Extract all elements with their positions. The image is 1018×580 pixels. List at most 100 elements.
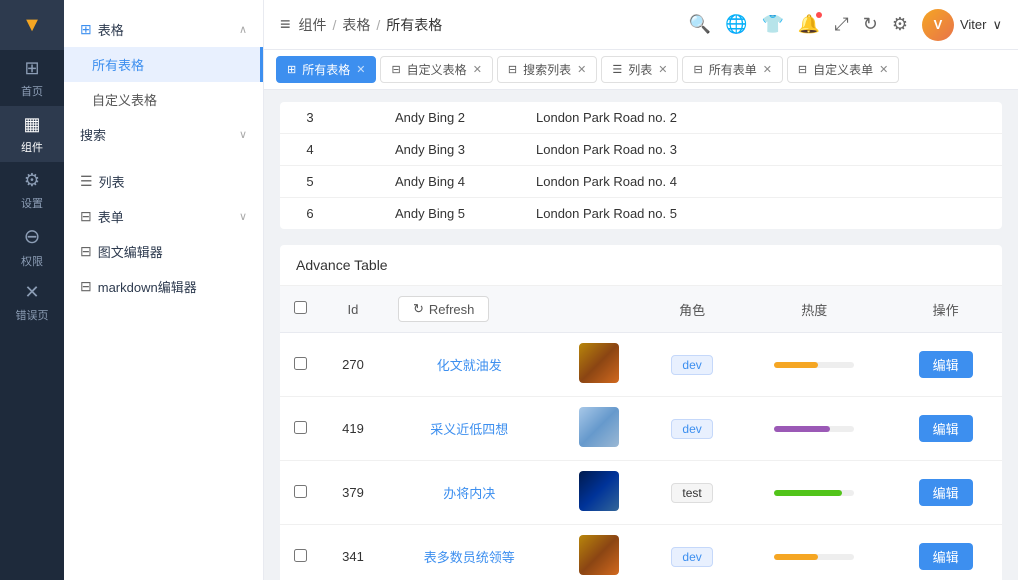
cell-thumb: [553, 397, 645, 461]
sidebar-item-rich-editor[interactable]: ⊟ 图文编辑器: [64, 234, 263, 269]
row-checkbox-cell: [280, 397, 320, 461]
tab-all-forms-icon: ⊟: [693, 63, 702, 76]
nav-item-permissions[interactable]: ⊖ 权限: [0, 218, 64, 274]
simple-table-row: 3 Andy Bing 2 London Park Road no. 2: [280, 102, 1002, 134]
theme-icon[interactable]: 👕: [762, 14, 784, 35]
language-icon[interactable]: 🌐: [725, 14, 747, 35]
edit-button[interactable]: 编辑: [919, 415, 973, 442]
nav-item-components[interactable]: ▦ 组件: [0, 106, 64, 162]
header-actions: 🔍 🌐 👕 🔔 ⤢ ↻ ⚙ V Viter ∨: [689, 9, 1002, 41]
form-icon: ⊟: [80, 208, 92, 225]
tab-custom-forms-label: 自定义表单: [813, 61, 873, 78]
row-checkbox[interactable]: [294, 357, 307, 370]
select-all-checkbox[interactable]: [294, 301, 307, 314]
form-label: 表单: [98, 207, 124, 226]
cell-role: dev: [645, 397, 739, 461]
simple-table: 3 Andy Bing 2 London Park Road no. 2 4 A…: [280, 102, 1002, 229]
refresh-icon: ↻: [413, 301, 424, 317]
edit-button[interactable]: 编辑: [919, 543, 973, 570]
row-checkbox[interactable]: [294, 549, 307, 562]
nav-item-settings[interactable]: ⚙ 设置: [0, 162, 64, 218]
content-area: 3 Andy Bing 2 London Park Road no. 2 4 A…: [264, 90, 1018, 580]
list-label: 列表: [99, 172, 125, 191]
tab-all-tables-label: 所有表格: [302, 61, 350, 78]
row-name-link[interactable]: 化文就油发: [437, 358, 502, 373]
sidebar-item-custom-tables[interactable]: 自定义表格: [64, 82, 263, 117]
edit-button[interactable]: 编辑: [919, 479, 973, 506]
tab-list[interactable]: ☰ 列表 ✕: [601, 56, 678, 83]
menu-toggle-icon[interactable]: ≡: [280, 14, 291, 35]
nav-item-errors[interactable]: ✕ 错误页: [0, 274, 64, 330]
sidebar-item-list[interactable]: ☰ 列表: [64, 164, 263, 199]
cell-address: London Park Road no. 5: [520, 198, 1002, 230]
cell-id: 3: [280, 102, 340, 134]
col-thumb: [553, 286, 645, 333]
simple-table-section: 3 Andy Bing 2 London Park Road no. 2 4 A…: [280, 102, 1002, 229]
tab-search-list[interactable]: ⊟ 搜索列表 ✕: [497, 56, 597, 83]
user-menu[interactable]: V Viter ∨: [922, 9, 1002, 41]
advance-table-row: 341 表多数员统领等 dev 编辑: [280, 525, 1002, 580]
breadcrumb-table[interactable]: 表格: [342, 15, 370, 35]
simple-table-row: 6 Andy Bing 5 London Park Road no. 5: [280, 198, 1002, 230]
advance-table-row: 270 化文就油发 dev 编辑: [280, 333, 1002, 397]
edit-button[interactable]: 编辑: [919, 351, 973, 378]
tab-all-forms[interactable]: ⊟ 所有表单 ✕: [682, 56, 782, 83]
search-icon[interactable]: 🔍: [689, 14, 711, 35]
reload-icon[interactable]: ↻: [863, 14, 878, 35]
col-role: 角色: [645, 286, 739, 333]
thumb-image: [579, 343, 619, 383]
cell-row-id: 270: [320, 333, 386, 397]
row-name-link[interactable]: 表多数员统领等: [424, 550, 515, 565]
cell-role: dev: [645, 333, 739, 397]
tab-list-icon: ☰: [612, 63, 622, 76]
notification-icon[interactable]: 🔔: [798, 14, 820, 35]
tab-custom-forms[interactable]: ⊟ 自定义表单 ✕: [787, 56, 899, 83]
cell-role: dev: [645, 525, 739, 580]
settings-header-icon[interactable]: ⚙: [892, 14, 908, 35]
breadcrumb-components[interactable]: 组件: [299, 15, 327, 35]
tab-all-tables[interactable]: ⊞ 所有表格 ✕: [276, 56, 376, 83]
tab-all-tables-close[interactable]: ✕: [356, 63, 365, 76]
username: Viter: [960, 17, 987, 32]
sidebar-search[interactable]: 搜索 ∨: [64, 117, 263, 152]
tab-all-forms-close[interactable]: ✕: [763, 63, 772, 76]
logo-symbol: ▼: [22, 14, 42, 37]
role-tag: dev: [671, 419, 712, 439]
nav-bar: ▼ ⊞ 首页 ▦ 组件 ⚙ 设置 ⊖ 权限 ✕ 错误页: [0, 0, 64, 580]
sidebar-table-header[interactable]: ⊞ 表格 ∧: [64, 12, 263, 47]
sidebar-item-markdown-editor[interactable]: ⊟ markdown编辑器: [64, 269, 263, 304]
tab-custom-tables[interactable]: ⊟ 自定义表格 ✕: [380, 56, 492, 83]
tab-custom-tables-close[interactable]: ✕: [473, 63, 482, 76]
cell-address: London Park Road no. 3: [520, 134, 1002, 166]
row-name-link[interactable]: 采义近低四想: [430, 422, 508, 437]
row-checkbox[interactable]: [294, 421, 307, 434]
tab-custom-forms-close[interactable]: ✕: [879, 63, 888, 76]
breadcrumb-current: 所有表格: [386, 15, 442, 35]
fullscreen-icon[interactable]: ⤢: [834, 14, 848, 35]
sidebar-item-all-tables[interactable]: 所有表格: [64, 47, 263, 82]
row-name-link[interactable]: 办将内决: [443, 486, 495, 501]
refresh-button[interactable]: ↻ Refresh: [398, 296, 489, 322]
cell-actions: 编辑: [889, 525, 1002, 580]
row-checkbox[interactable]: [294, 485, 307, 498]
tab-search-list-label: 搜索列表: [523, 61, 571, 78]
cell-address: London Park Road no. 4: [520, 166, 1002, 198]
tab-custom-tables-label: 自定义表格: [407, 61, 467, 78]
tabs-bar: ⊞ 所有表格 ✕ ⊟ 自定义表格 ✕ ⊟ 搜索列表 ✕ ☰ 列表 ✕ ⊟ 所有表…: [264, 50, 1018, 90]
tab-all-tables-icon: ⊞: [287, 63, 296, 76]
sidebar-item-form[interactable]: ⊟ 表单 ∨: [64, 199, 263, 234]
nav-label-permissions: 权限: [21, 253, 43, 269]
nav-label-home: 首页: [21, 83, 43, 99]
table-section-chevron: ∧: [239, 23, 247, 36]
row-checkbox-cell: [280, 461, 320, 525]
header: ≡ 组件 / 表格 / 所有表格 🔍 🌐 👕 🔔 ⤢ ↻ ⚙ V Viter ∨: [264, 0, 1018, 50]
cell-row-id: 341: [320, 525, 386, 580]
cell-row-id: 379: [320, 461, 386, 525]
nav-item-home[interactable]: ⊞ 首页: [0, 50, 64, 106]
avatar: V: [922, 9, 954, 41]
tab-list-close[interactable]: ✕: [658, 63, 667, 76]
settings-icon: ⚙: [24, 170, 40, 191]
tab-custom-tables-icon: ⊟: [391, 63, 400, 76]
row-checkbox-cell: [280, 333, 320, 397]
tab-search-list-close[interactable]: ✕: [577, 63, 586, 76]
